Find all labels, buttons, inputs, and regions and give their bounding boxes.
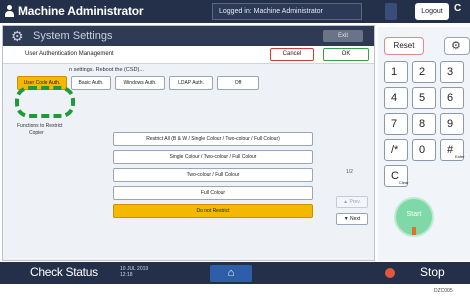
check-status-button[interactable]: Check Status — [30, 265, 98, 279]
key-7[interactable]: 7 — [384, 113, 408, 135]
key-label: 6 — [447, 92, 454, 104]
key-6[interactable]: 6 — [440, 87, 464, 109]
keypad-panel: Reset ⚙ 1 2 3 4 5 6 7 8 9 /* 0 # Enter CC… — [378, 27, 470, 261]
key-label: 0 — [419, 144, 426, 156]
key-9[interactable]: 9 — [440, 113, 464, 135]
ok-button[interactable]: OK — [323, 48, 369, 61]
key-enter[interactable]: # Enter — [440, 139, 465, 161]
stop-button[interactable]: Stop — [420, 265, 445, 279]
key-1[interactable]: 1 — [384, 61, 408, 83]
sub-header: User Authentication Management Cancel OK — [3, 46, 374, 64]
auth-option-off[interactable]: Off — [217, 76, 259, 90]
start-button[interactable]: Start — [394, 197, 434, 237]
gear-icon: ⚙ — [451, 40, 461, 52]
restrict-option-full[interactable]: Full Colour — [113, 186, 313, 200]
user-icon — [4, 5, 15, 18]
date-time-display: 10 JUL 2019 12:18 — [120, 266, 148, 278]
login-user-display: Logged in: Machine Administrator — [212, 3, 362, 20]
key-label: # — [447, 144, 454, 156]
key-label: 7 — [391, 118, 398, 130]
key-label: /* — [391, 144, 399, 156]
restrict-option-single-two-full[interactable]: Single Colour / Two-colour / Full Colour — [113, 150, 313, 164]
restrict-option-all[interactable]: Restrict All (B & W / Single Colour / Tw… — [113, 132, 313, 146]
start-label: Start — [406, 211, 422, 218]
exit-button[interactable]: Exit — [323, 30, 363, 42]
restrict-option-two-full[interactable]: Two-colour / Full Colour — [113, 168, 313, 182]
key-sublabel: Clear — [399, 180, 409, 185]
start-indicator-led — [412, 227, 416, 235]
auth-option-ldap[interactable]: LDAP Auth. — [169, 76, 213, 90]
cancel-button[interactable]: Cancel — [270, 48, 314, 61]
top-bar-more[interactable]: C — [454, 3, 461, 14]
key-3[interactable]: 3 — [440, 61, 464, 83]
device-screen: Machine Administrator Logged in: Machine… — [0, 0, 470, 299]
home-button[interactable]: ⌂ — [210, 265, 252, 282]
page-title: User Authentication Management — [25, 51, 114, 57]
restrict-option-none[interactable]: Do not Restrict — [113, 204, 313, 218]
key-2[interactable]: 2 — [412, 61, 436, 83]
reset-button[interactable]: Reset — [384, 37, 424, 55]
system-settings-panel: ⚙ System Settings Exit User Authenticati… — [2, 25, 375, 261]
stop-icon — [385, 268, 395, 278]
prev-page-button[interactable]: ▲ Prev. — [336, 196, 368, 208]
highlight-callout — [15, 86, 75, 118]
key-label: 2 — [419, 66, 426, 78]
login-role: Machine Administrator — [18, 4, 144, 18]
key-label: 8 — [419, 118, 426, 130]
page-indicator: 1/2 — [346, 169, 353, 175]
functions-category: Copier — [29, 130, 44, 136]
time: 12:18 — [120, 272, 133, 278]
top-bar: Machine Administrator Logged in: Machine… — [0, 0, 470, 23]
key-8[interactable]: 8 — [412, 113, 436, 135]
panel-header: ⚙ System Settings Exit — [3, 26, 374, 46]
key-sublabel: Enter — [455, 154, 465, 159]
auth-option-basic[interactable]: Basic Auth. — [71, 76, 111, 90]
settings-button[interactable]: ⚙ — [444, 37, 470, 55]
functions-title: Functions to Restrict — [17, 123, 63, 129]
auth-option-windows[interactable]: Windows Auth. — [115, 76, 165, 90]
next-page-button[interactable]: ▼ Next — [336, 213, 368, 225]
panel-title: System Settings — [33, 30, 113, 42]
section-label: n settings. Reboot the (CSD)... — [69, 67, 144, 73]
key-4[interactable]: 4 — [384, 87, 408, 109]
home-icon: ⌂ — [227, 267, 235, 279]
bottom-bar: Check Status 10 JUL 2019 12:18 ⌂ Stop — [0, 262, 470, 284]
functions-label: Functions to Restrict Copier — [17, 123, 63, 137]
logout-button[interactable]: Logout — [415, 3, 449, 20]
key-5[interactable]: 5 — [412, 87, 436, 109]
key-label: 4 — [391, 92, 398, 104]
key-label: 5 — [419, 92, 426, 104]
key-star[interactable]: /* — [384, 139, 408, 161]
key-label: 9 — [447, 118, 454, 130]
key-0[interactable]: 0 — [412, 139, 436, 161]
key-clear[interactable]: C Clear — [384, 165, 409, 187]
notification-indicator[interactable] — [385, 3, 397, 20]
gear-icon: ⚙ — [11, 28, 24, 44]
key-label: 3 — [447, 66, 454, 78]
key-label: C — [391, 170, 399, 182]
key-label: 1 — [391, 66, 398, 78]
figure-id: DZC005 — [434, 288, 453, 294]
